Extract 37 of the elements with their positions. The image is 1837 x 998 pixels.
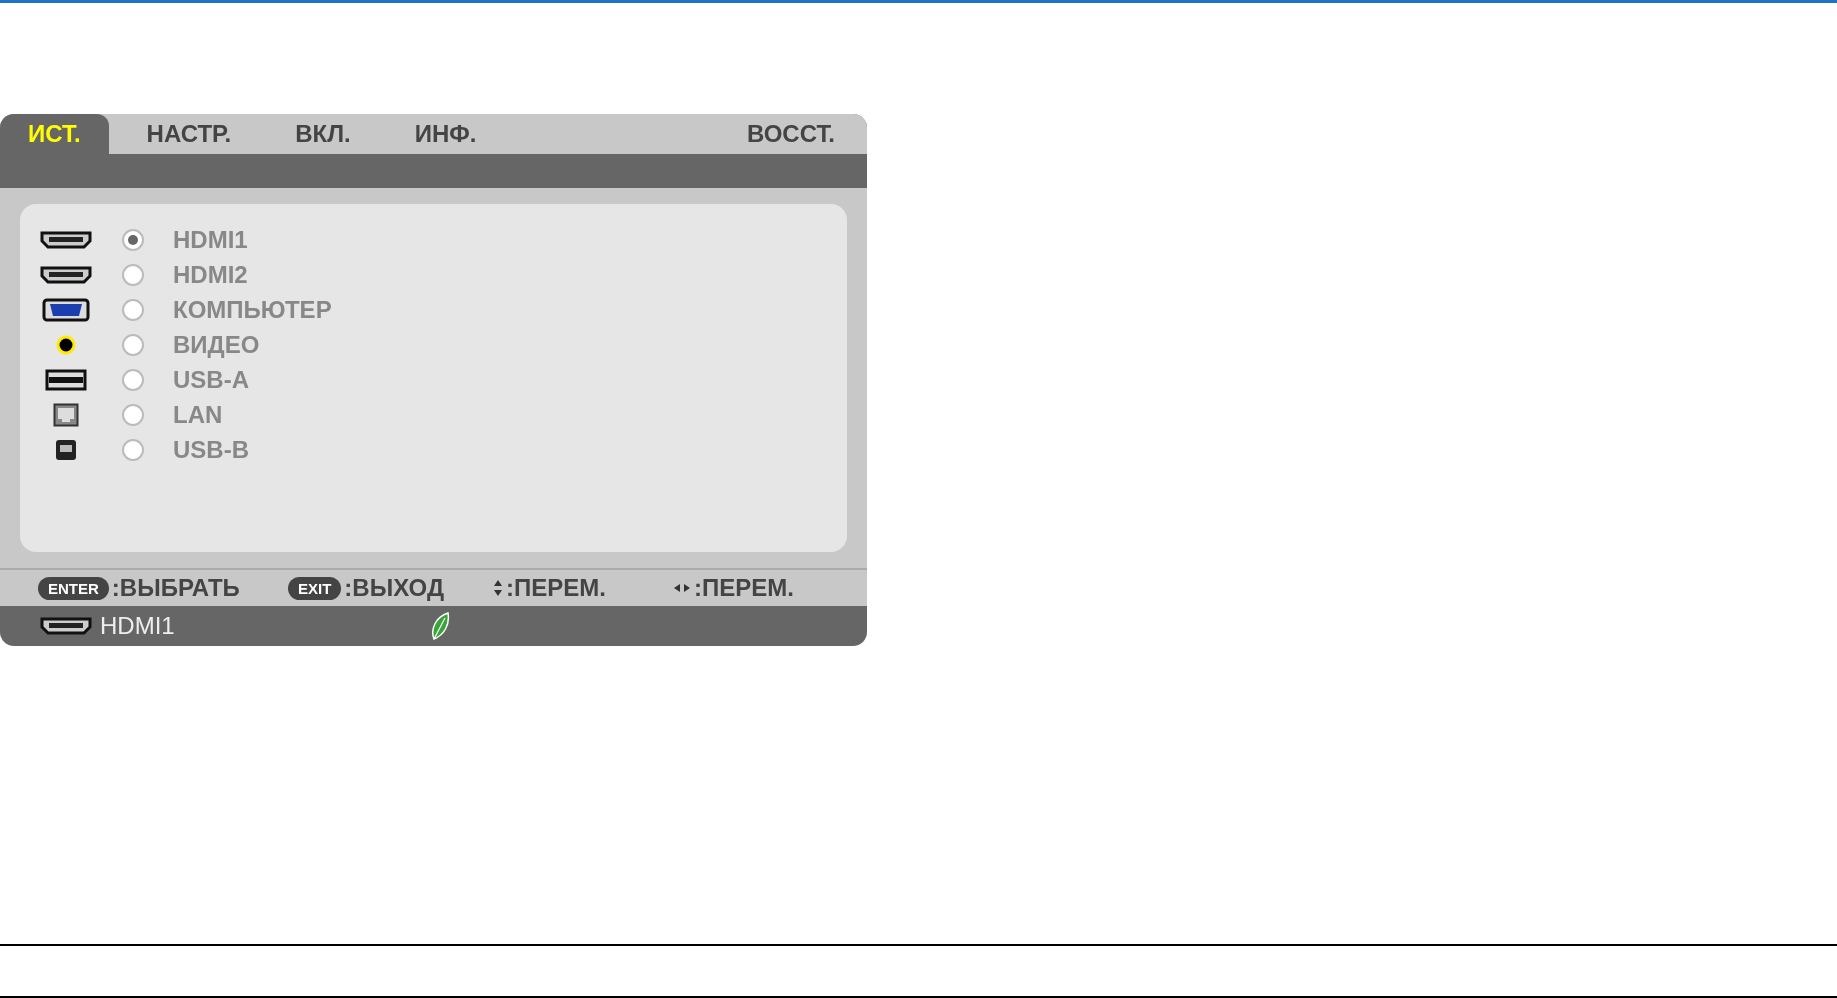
left-right-arrows-icon — [673, 583, 691, 593]
radio-button[interactable] — [122, 228, 144, 251]
ethernet-port-icon — [53, 402, 79, 427]
leaf-icon — [430, 611, 450, 641]
input-label: ВИДЕО — [173, 330, 260, 359]
vga-port-icon — [42, 297, 90, 322]
hint-text: :ВЫБРАТЬ — [111, 574, 240, 602]
rca-jack-icon — [55, 333, 77, 356]
hdmi-port-icon — [40, 230, 92, 249]
up-down-arrows-icon — [493, 579, 503, 597]
current-source-label: HDMI1 — [100, 612, 176, 640]
radio-button[interactable] — [122, 368, 144, 391]
input-label: HDMI1 — [173, 225, 248, 254]
radio-button[interactable] — [122, 333, 144, 356]
hint-text: :ВЫХОД — [344, 574, 444, 602]
usb-port-icon — [45, 368, 87, 391]
hdmi-port-icon — [40, 617, 92, 635]
input-label: LAN — [173, 400, 223, 429]
hint-text: :ПЕРЕМ. — [694, 574, 794, 602]
input-label: USB-A — [173, 365, 249, 394]
key-badge: EXIT — [288, 576, 342, 600]
menu-tab[interactable]: ИСТ. — [0, 114, 109, 154]
hint-text: :ПЕРЕМ. — [506, 574, 606, 602]
input-label: USB-B — [173, 435, 249, 464]
radio-button[interactable] — [122, 298, 144, 321]
hdmi-port-icon — [40, 265, 92, 284]
radio-button[interactable] — [122, 403, 144, 426]
radio-button[interactable] — [122, 438, 144, 461]
key-badge: ENTER — [38, 576, 109, 600]
menu-tab[interactable]: ИНФ. — [386, 114, 505, 154]
input-label: КОМПЬЮТЕР — [173, 295, 332, 324]
input-label: HDMI2 — [173, 260, 248, 289]
menu-tab[interactable]: ВОССТ. — [718, 114, 867, 154]
usb-port-icon — [54, 437, 78, 462]
menu-tab[interactable]: НАСТР. — [118, 114, 260, 154]
radio-button[interactable] — [122, 263, 144, 286]
menu-tab[interactable]: ВКЛ. — [267, 114, 379, 154]
